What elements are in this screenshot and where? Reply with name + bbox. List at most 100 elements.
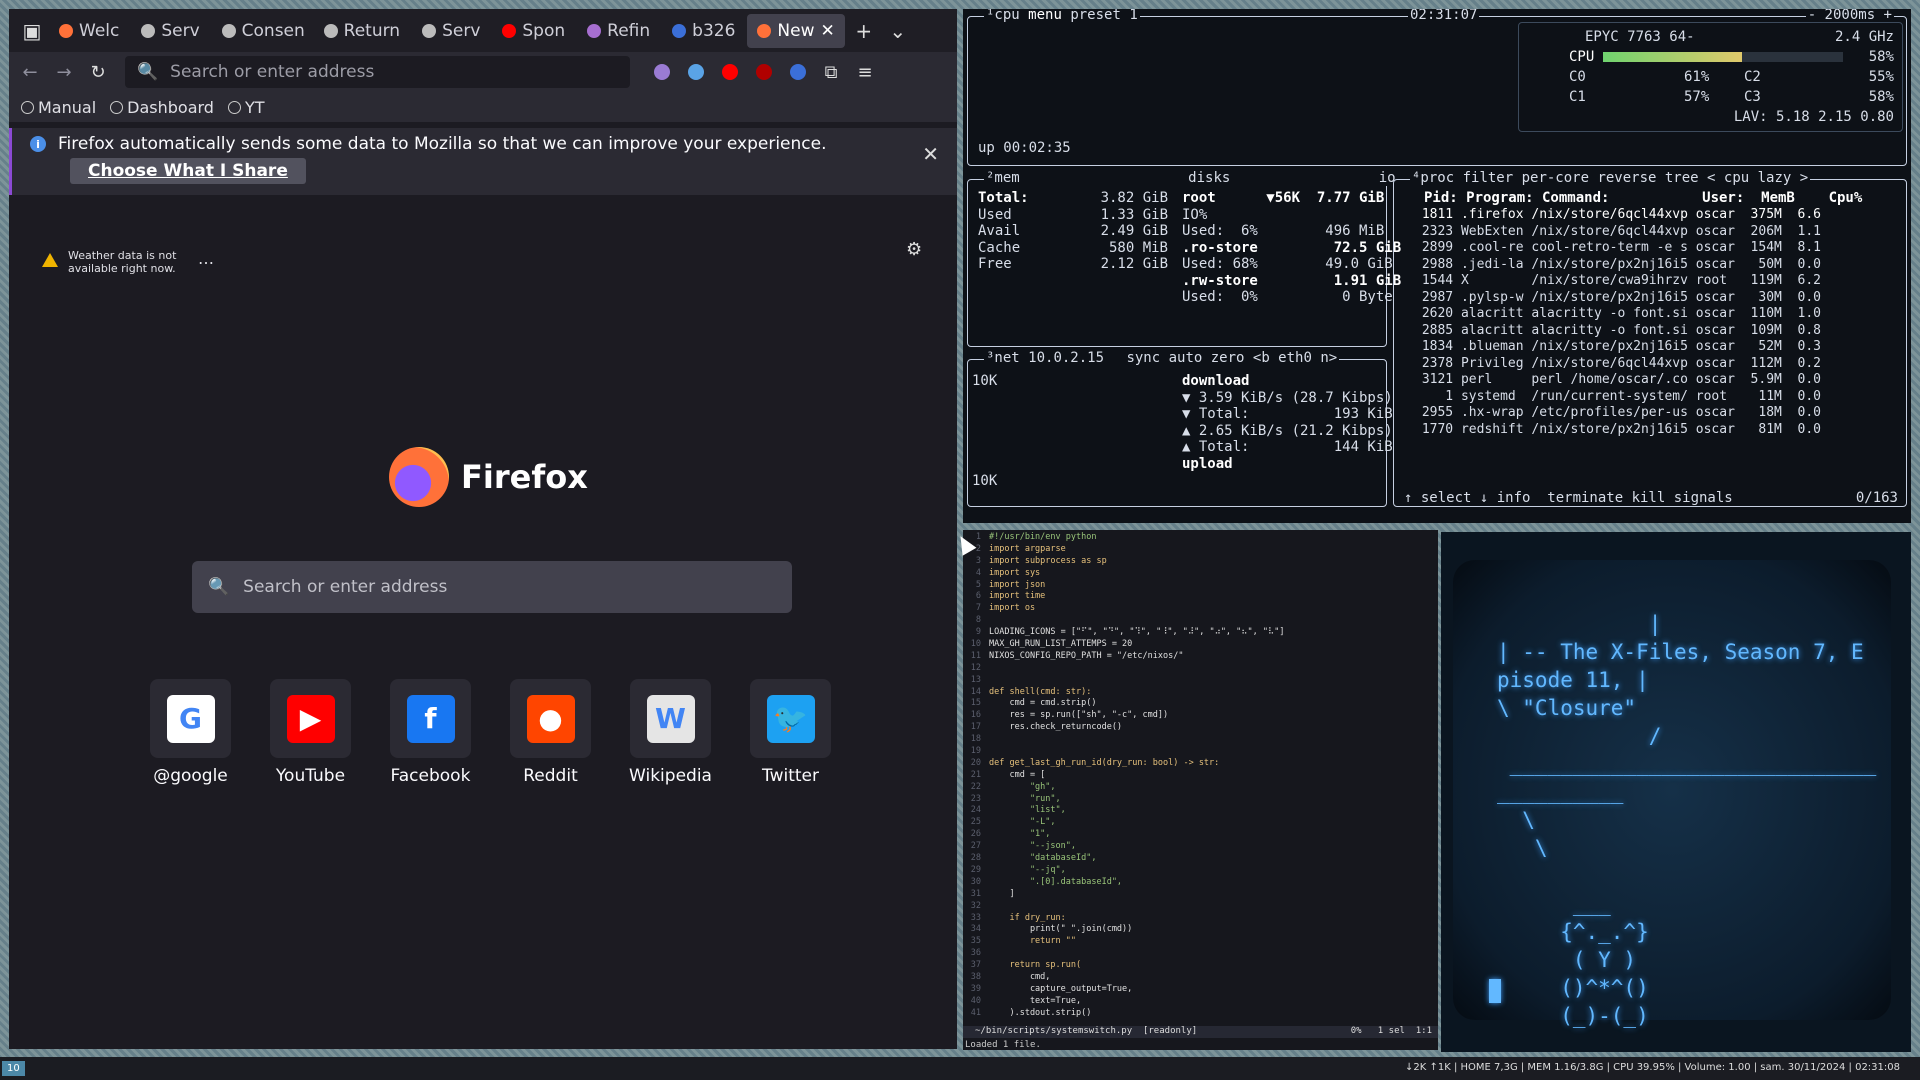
close-tab-icon[interactable]: ✕ xyxy=(821,21,835,41)
menu-icon[interactable]: ≡ xyxy=(850,57,880,87)
bookmark-manual[interactable]: Manual xyxy=(21,98,96,117)
top-site-tile[interactable]: G xyxy=(150,679,231,758)
disks-title: disks xyxy=(1188,170,1231,186)
line-number: 39 xyxy=(970,983,981,994)
top-site-tile[interactable]: ● xyxy=(510,679,591,758)
tab-8[interactable]: New ✕ xyxy=(747,13,845,48)
process-row[interactable]: 2620 alacritt alacritty -o font.si oscar… xyxy=(1414,306,1821,321)
mem-row-label: Free xyxy=(978,256,1012,272)
close-icon[interactable]: ✕ xyxy=(922,142,939,166)
process-row[interactable]: 1834 .blueman /nix/store/px2nj16i5 oscar… xyxy=(1414,339,1821,354)
tab-favicon-icon xyxy=(221,23,236,38)
code-text: def shell(cmd: str): xyxy=(989,686,1092,697)
mem-row-label: Cache xyxy=(978,239,1021,256)
tab-2[interactable]: Consen xyxy=(212,14,312,48)
update-interval[interactable]: - 2000ms + xyxy=(1805,9,1894,23)
code-text: ] xyxy=(989,888,1015,899)
code-text: ).stdout.strip() xyxy=(989,1007,1092,1018)
line-number: 16 xyxy=(970,710,981,721)
top-site-3[interactable]: ● Reddit xyxy=(510,679,591,786)
core-percent: 58% xyxy=(1868,89,1894,105)
tab-1[interactable]: Serv xyxy=(131,14,209,48)
net-box: ³net 10.0.2.15 sync auto zero <b eth0 n>… xyxy=(967,350,1393,507)
process-row[interactable]: 2378 Privileg /nix/store/6qcl44xvp oscar… xyxy=(1414,356,1821,371)
puzzle-icon[interactable]: ⧉ xyxy=(816,57,846,87)
chevron-down-icon[interactable]: ⌄ xyxy=(881,14,915,48)
reload-button[interactable]: ↻ xyxy=(83,57,113,87)
tab-0[interactable]: Welc xyxy=(49,14,129,48)
cool-retro-term[interactable]: | | -- The X-Files, Season 7, E pisode 1… xyxy=(1441,532,1911,1052)
account-icon[interactable] xyxy=(654,64,670,80)
ublock-icon[interactable] xyxy=(756,64,772,80)
process-row[interactable]: 1770 redshift /nix/store/px2nj16i5 oscar… xyxy=(1414,422,1821,437)
search-input[interactable]: 🔍 Search or enter address xyxy=(192,561,792,613)
top-site-4[interactable]: W Wikipedia xyxy=(629,679,712,786)
process-row[interactable]: 1544 X /nix/store/cwa9ihrzv root 119M 6.… xyxy=(1414,273,1821,288)
top-site-tile[interactable]: 🐦 xyxy=(750,679,831,758)
forward-button[interactable]: → xyxy=(49,57,79,87)
tab-4[interactable]: Serv xyxy=(412,14,490,48)
top-site-tile[interactable]: W xyxy=(630,679,711,758)
youtube-extension-icon[interactable] xyxy=(722,64,738,80)
code-line: 32 xyxy=(963,901,1438,913)
editor-status-bar: ~/bin/scripts/systemswitch.py [readonly]… xyxy=(963,1026,1438,1038)
code-text: def get_last_gh_run_id(dry_run: bool) ->… xyxy=(989,757,1220,768)
mem-row-label: Used xyxy=(978,206,1012,223)
line-number: 4 xyxy=(975,567,981,578)
bookmark-yt[interactable]: YT xyxy=(227,98,265,117)
code-editor[interactable]: 1 #!/usr/bin/env python 2 import argparse 3 i… xyxy=(963,530,1438,1050)
code-line: 6 import time xyxy=(963,591,1438,603)
code-line: 10 MAX_GH_RUN_LIST_ATTEMPS = 20 xyxy=(963,639,1438,651)
site-logo-icon: ● xyxy=(526,694,575,743)
net-row: upload xyxy=(1182,455,1233,472)
proc-footer[interactable]: ↑ select ↓ info terminate kill signals xyxy=(1404,490,1733,506)
process-row[interactable]: 2323 WebExten /nix/store/6qcl44xvp oscar… xyxy=(1414,224,1821,239)
process-row[interactable]: 2987 .pylsp-w /nix/store/px2nj16i5 oscar… xyxy=(1414,290,1821,305)
firefox-icon xyxy=(389,447,449,507)
process-row[interactable]: 3121 perl perl /home/oscar/.co oscar 5.9… xyxy=(1414,372,1821,387)
address-bar[interactable]: 🔍 Search or enter address xyxy=(125,56,630,88)
tab-5[interactable]: Spon xyxy=(492,14,575,48)
clock: 02:31:07 xyxy=(1408,9,1480,23)
process-row[interactable]: 2988 .jedi-la /nix/store/px2nj16i5 oscar… xyxy=(1414,257,1821,272)
tab-label: Welc xyxy=(79,20,120,41)
tab-list-icon[interactable]: ▣ xyxy=(15,14,49,48)
code-text: cmd = [ xyxy=(989,769,1046,780)
line-number: 21 xyxy=(970,769,981,780)
code-line: 40 text=True, xyxy=(963,996,1438,1008)
process-row[interactable]: 2899 .cool-re cool-retro-term -e s oscar… xyxy=(1414,240,1821,255)
top-site-5[interactable]: 🐦 Twitter xyxy=(750,679,831,786)
top-site-1[interactable]: ▶ YouTube xyxy=(270,679,351,786)
choose-what-i-share-button[interactable]: Choose What I Share xyxy=(70,158,306,184)
code-line: 19 xyxy=(963,746,1438,758)
line-number: 28 xyxy=(970,853,981,864)
extension-icon-2[interactable] xyxy=(790,64,806,80)
back-button[interactable]: ← xyxy=(15,57,45,87)
cpu-model: EPYC 7763 64- xyxy=(1585,29,1695,45)
tab-6[interactable]: Refin xyxy=(577,14,660,48)
extension-icon[interactable] xyxy=(688,64,704,80)
workspace-indicator[interactable]: 10 xyxy=(2,1061,25,1076)
code-text: "1", xyxy=(989,829,1051,840)
process-row[interactable]: 2885 alacritt alacritty -o font.si oscar… xyxy=(1414,323,1821,338)
top-site-0[interactable]: G @google xyxy=(150,679,231,786)
weather-menu-button[interactable]: … xyxy=(198,249,214,268)
top-site-tile[interactable]: f xyxy=(390,679,471,758)
process-row[interactable]: 1 systemd /run/current-system/ root 11M … xyxy=(1414,389,1821,404)
code-line: 9 LOADING_ICONS = ["⠋", "⠙", "⠹", "⠸", "⠼… xyxy=(963,627,1438,639)
code-text: import time xyxy=(989,591,1046,602)
cpu-frequency: 2.4 GHz xyxy=(1834,29,1894,45)
top-site-2[interactable]: f Facebook xyxy=(390,679,471,786)
process-row[interactable]: 1811 .firefox /nix/store/6qcl44xvp oscar… xyxy=(1414,207,1821,222)
code-text: return "" xyxy=(989,936,1076,947)
tab-3[interactable]: Return xyxy=(314,14,410,48)
process-row[interactable]: 2955 .hx-wrap /etc/profiles/per-us oscar… xyxy=(1414,405,1821,420)
line-number: 20 xyxy=(970,757,981,768)
line-number: 38 xyxy=(970,971,981,982)
new-tab-button[interactable]: + xyxy=(847,14,881,48)
top-site-tile[interactable]: ▶ xyxy=(270,679,351,758)
gear-icon[interactable]: ⚙ xyxy=(906,239,922,260)
tab-7[interactable]: b326 xyxy=(662,14,745,48)
line-number: 36 xyxy=(970,948,981,959)
bookmark-dashboard[interactable]: Dashboard xyxy=(110,98,214,117)
